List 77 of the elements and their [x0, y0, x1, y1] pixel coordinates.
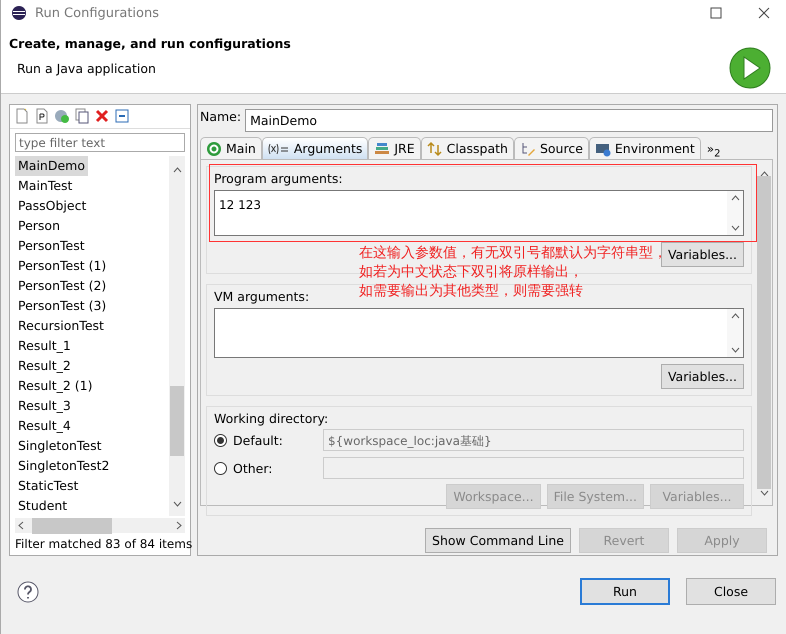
eclipse-icon — [11, 5, 27, 21]
more-tabs[interactable]: »$_{2}$ — [700, 142, 726, 159]
program-arguments-label: Program arguments: — [214, 171, 343, 186]
configuration-item[interactable]: PersonTest (2) — [15, 276, 110, 296]
scroll-up-icon[interactable] — [172, 167, 182, 174]
arrows-icon — [426, 140, 443, 156]
program-arguments-field[interactable]: 12 123 — [214, 190, 744, 236]
configuration-item[interactable]: Result_2 — [15, 356, 74, 376]
maximize-icon[interactable] — [710, 7, 722, 19]
help-icon[interactable] — [17, 580, 39, 602]
configuration-item[interactable]: MainDemo — [15, 156, 88, 176]
tab[interactable]: Classpath — [420, 137, 514, 159]
collapse-icon[interactable] — [114, 108, 130, 124]
tab[interactable]: JRE — [368, 137, 421, 159]
tab[interactable]: Arguments — [262, 137, 368, 159]
variable-icon — [268, 142, 290, 154]
vm-arguments-label: VM arguments: — [214, 289, 310, 304]
directory-field[interactable]: ${workspace_loc:java基础} — [323, 429, 744, 451]
tab[interactable]: Source — [514, 137, 589, 159]
dialog-button[interactable]: Run — [580, 578, 670, 605]
scroll-right-icon[interactable] — [176, 521, 182, 530]
directory-field[interactable] — [323, 457, 744, 479]
name-field[interactable]: MainDemo — [245, 109, 773, 132]
configuration-item[interactable]: RecursionTest — [15, 316, 107, 336]
configuration-item[interactable]: Result_4 — [15, 416, 74, 436]
configuration-item[interactable]: Result_1 — [15, 336, 74, 356]
tab[interactable]: Environment — [588, 137, 701, 159]
new-prototype-icon[interactable] — [34, 108, 50, 124]
configuration-item[interactable]: Student — [15, 496, 70, 516]
scrollbar-thumb[interactable] — [170, 386, 184, 456]
delete-icon[interactable] — [94, 108, 110, 124]
radio-button[interactable] — [214, 462, 227, 474]
configuration-item[interactable]: PersonTest — [15, 236, 88, 256]
configuration-item[interactable]: SingletonTest2 — [15, 456, 112, 476]
vm-arguments-field[interactable] — [214, 308, 744, 358]
close-icon[interactable] — [758, 7, 770, 19]
configuration-item[interactable]: Result_2 (1) — [15, 376, 96, 396]
name-label: Name: — [200, 109, 242, 124]
list-scrollbar[interactable] — [169, 156, 185, 516]
tree-pencil-icon — [520, 140, 536, 156]
radio-button[interactable] — [214, 434, 227, 446]
configuration-item[interactable]: PassObject — [15, 196, 90, 216]
filter-status: Filter matched 83 of 84 items — [14, 536, 190, 554]
radio-label: Other: — [233, 460, 274, 476]
tab[interactable]: Main — [200, 137, 262, 159]
radio-label: Default: — [233, 432, 284, 448]
scrollbar-thumb[interactable] — [757, 176, 771, 489]
configuration-item[interactable]: StaticTest — [15, 476, 82, 496]
scrollbar-thumb[interactable] — [32, 518, 112, 534]
configuration-item[interactable]: SingletonTest — [15, 436, 105, 456]
configuration-item[interactable]: Person — [15, 216, 64, 236]
configuration-item[interactable]: Result_3 — [15, 396, 74, 416]
class-icon — [206, 140, 222, 156]
run-icon — [728, 46, 772, 90]
filter-field[interactable]: type filter text — [15, 132, 185, 152]
scroll-down-icon[interactable] — [730, 347, 740, 353]
scroll-down-icon[interactable] — [172, 501, 182, 508]
configuration-item[interactable]: PersonTest (3) — [15, 296, 110, 316]
working-directory-label: Working directory: — [214, 411, 328, 426]
horizontal-scrollbar[interactable] — [15, 518, 185, 534]
dialog-button[interactable]: Close — [686, 578, 776, 605]
scroll-up-icon[interactable] — [760, 171, 768, 177]
scroll-down-icon[interactable] — [760, 490, 768, 496]
action-button[interactable]: Show Command Line — [425, 528, 571, 553]
header-title: Create, manage, and run configurations — [9, 36, 292, 51]
configuration-item[interactable]: MainTest — [15, 176, 76, 196]
scroll-down-icon[interactable] — [730, 225, 740, 231]
header-message: Run a Java application — [16, 61, 157, 76]
books-icon — [374, 140, 390, 156]
scroll-up-icon[interactable] — [730, 195, 740, 201]
scroll-left-icon[interactable] — [18, 521, 24, 530]
variables-button[interactable]: Variables... — [660, 364, 744, 389]
window-title: Run Configurations — [35, 6, 160, 20]
scroll-up-icon[interactable] — [730, 313, 740, 319]
copy-icon[interactable] — [74, 108, 90, 124]
configuration-item[interactable]: PersonTest (1) — [15, 256, 110, 276]
variables-button[interactable]: Variables... — [660, 242, 744, 267]
